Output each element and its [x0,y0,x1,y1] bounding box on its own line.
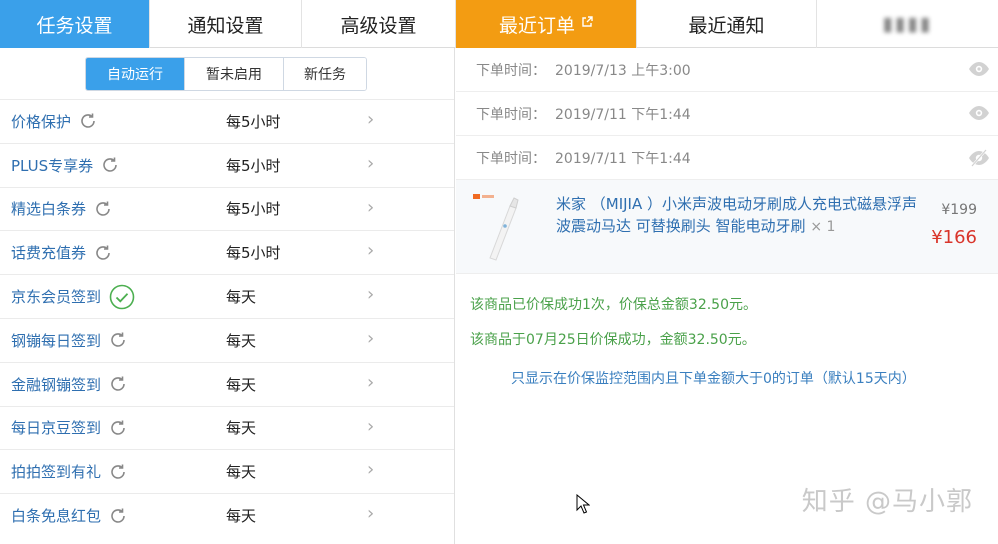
task-frequency: 每天 [226,419,257,438]
original-price: ¥199 [941,202,977,218]
chevron-right-icon: › [367,109,375,130]
segment-auto-run[interactable]: 自动运行 [86,58,185,90]
refresh-icon[interactable] [79,112,97,130]
check-circle-icon [109,284,135,310]
tab-recent-notifications[interactable]: 最近通知 [637,0,817,48]
tab-task-settings[interactable]: 任务设置 [0,0,150,48]
order-row[interactable]: 下单时间： 2019/7/13 上午3:00 [456,48,998,92]
task-name: 每日京豆签到 [11,419,102,438]
order-row[interactable]: 下单时间： 2019/7/11 下午1:44 [456,92,998,136]
task-name: 钢镚每日签到 [11,331,102,350]
task-panel: 自动运行 暂未启用 新任务 价格保护 每5小时 › PLUS专享券 每5小时 ›… [0,48,455,544]
external-link-icon [581,16,593,32]
tab-label: 通知设置 [187,14,264,37]
task-row[interactable]: 白条免息红包 每天 › [0,493,454,537]
orders-panel: 下单时间： 2019/7/13 上午3:00 下单时间： 2019/7/11 下… [456,48,998,544]
product-card[interactable]: 米家 （MIJIA ）小米声波电动牙刷成人充电式磁悬浮声波震动马达 可替换刷头 … [456,180,998,274]
tab-blurred[interactable]: ▮▮▮▮ [817,0,998,48]
eye-icon[interactable] [968,61,990,81]
task-row[interactable]: PLUS专享券 每5小时 › [0,142,454,187]
task-row[interactable]: 金融钢镚签到 每天 › [0,361,454,406]
chevron-right-icon: › [367,327,375,349]
order-time: 2019/7/11 下午1:44 [555,106,691,123]
product-quantity: × 1 [810,219,836,235]
watermark: 知乎 @马小郭 [801,487,973,517]
tab-notification-settings[interactable]: 通知设置 [150,0,302,48]
task-row[interactable]: 精选白条券 每5小时 › [0,186,454,231]
product-thumbnail[interactable] [470,192,530,264]
task-frequency: 每5小时 [226,244,281,263]
chevron-right-icon: › [367,240,375,262]
tab-label: 最近订单 [498,14,575,37]
tab-recent-orders[interactable]: 最近订单 [456,0,637,48]
task-list: 价格保护 每5小时 › PLUS专享券 每5小时 › 精选白条券 每5小时 › … [0,99,454,537]
current-price: ¥166 [931,227,977,248]
refresh-icon[interactable] [94,200,112,218]
order-time: 2019/7/13 上午3:00 [555,62,691,79]
orders-filter-note: 只显示在价保监控范围内且下单金额大于0的订单（默认15天内） [511,371,916,387]
task-row[interactable]: 钢镚每日签到 每天 › [0,317,454,362]
chevron-right-icon: › [367,459,375,481]
task-frequency: 每天 [226,463,257,482]
task-name: 拍拍签到有礼 [11,463,102,482]
chevron-right-icon: › [367,371,375,393]
price-protect-message: 该商品于07月25日价保成功，金额32.50元。 [470,332,756,348]
task-row[interactable]: 每日京豆签到 每天 › [0,405,454,450]
refresh-icon[interactable] [94,244,112,262]
refresh-icon[interactable] [109,507,127,525]
task-frequency: 每天 [226,375,257,394]
task-row[interactable]: 京东会员签到 每天 › [0,274,454,318]
task-name: 价格保护 [11,112,72,131]
top-tab-bar: 任务设置 通知设置 高级设置 最近订单 最近通知 ▮▮▮▮ [0,0,998,48]
order-time: 2019/7/11 下午1:44 [555,150,691,167]
task-name: 话费充值券 [11,244,87,263]
segment-new-task[interactable]: 新任务 [284,58,366,90]
segment-disabled[interactable]: 暂未启用 [185,58,284,90]
refresh-icon[interactable] [109,463,127,481]
task-filter-segment: 自动运行 暂未启用 新任务 [85,57,367,91]
task-frequency: 每5小时 [226,112,281,131]
chevron-right-icon: › [367,196,375,218]
refresh-icon[interactable] [109,331,127,349]
blurred-text: ▮▮▮▮ [882,13,933,35]
eye-icon[interactable] [968,105,990,125]
chevron-right-icon: › [367,152,375,174]
tab-label: 任务设置 [36,14,113,37]
tab-advanced-settings[interactable]: 高级设置 [302,0,456,48]
refresh-icon[interactable] [101,156,119,174]
order-time-label: 下单时间： [476,106,546,123]
task-name: PLUS专享券 [11,156,94,175]
task-row[interactable]: 话费充值券 每5小时 › [0,230,454,274]
chevron-right-icon: › [367,415,375,437]
task-name: 精选白条券 [11,200,87,219]
product-title-text: 米家 （MIJIA ）小米声波电动牙刷成人充电式磁悬浮声波震动马达 可替换刷头 … [556,195,918,235]
chevron-right-icon: › [367,284,375,306]
task-frequency: 每天 [226,331,257,350]
order-time-label: 下单时间： [476,62,546,79]
eye-off-icon[interactable] [968,149,990,171]
task-row[interactable]: 拍拍签到有礼 每天 › [0,449,454,493]
tab-label: 高级设置 [340,14,417,37]
tab-label: 最近通知 [688,14,765,37]
task-name: 金融钢镚签到 [11,375,102,394]
task-frequency: 每天 [226,288,257,307]
task-name: 京东会员签到 [11,288,102,307]
order-time-label: 下单时间： [476,150,546,167]
order-row[interactable]: 下单时间： 2019/7/11 下午1:44 [456,136,998,180]
chevron-right-icon: › [367,503,375,525]
mouse-cursor-icon [576,493,591,518]
task-name: 白条免息红包 [11,507,102,526]
product-title[interactable]: 米家 （MIJIA ）小米声波电动牙刷成人充电式磁悬浮声波震动马达 可替换刷头 … [556,193,924,238]
price-protect-message: 该商品已价保成功1次，价保总金额32.50元。 [470,297,757,313]
task-frequency: 每5小时 [226,200,281,219]
task-row[interactable]: 价格保护 每5小时 › [0,99,454,143]
task-frequency: 每天 [226,507,257,526]
refresh-icon[interactable] [109,419,127,437]
task-frequency: 每5小时 [226,156,281,175]
refresh-icon[interactable] [109,375,127,393]
